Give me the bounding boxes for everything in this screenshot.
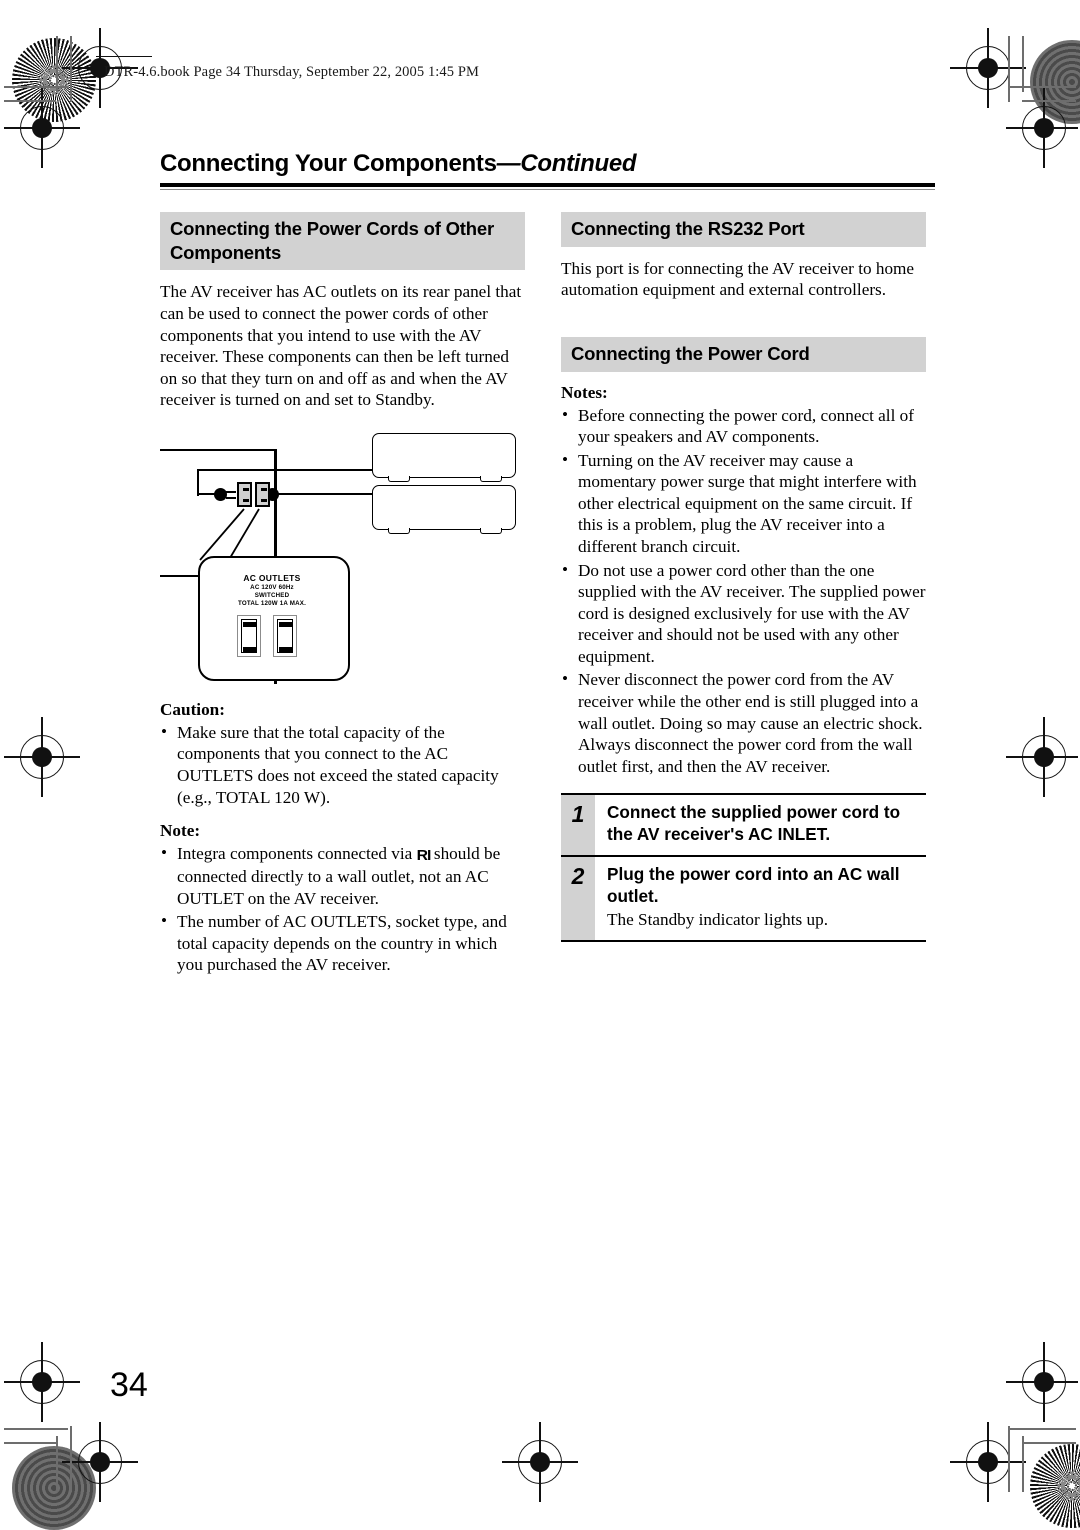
step-instruction: Connect the supplied power cord to the A… [607, 802, 901, 845]
two-column-layout: Connecting the Power Cords of Other Comp… [160, 212, 935, 976]
left-intro-paragraph: The AV receiver has AC outlets on its re… [160, 282, 522, 410]
page-number: 34 [110, 1366, 148, 1404]
step-number: 1 [561, 795, 595, 856]
notes-item: Before connecting the power cord, connec… [561, 403, 926, 448]
reg-crosshair-h [950, 1461, 1026, 1463]
socket-large-slot [279, 621, 293, 627]
crop-mark [4, 1442, 56, 1444]
cord-wall-left [160, 574, 202, 578]
crop-mark [4, 1428, 68, 1430]
crop-mark [70, 1426, 72, 1492]
notes-item: Do not use a power cord other than the o… [561, 559, 926, 668]
step-subtext: The Standby indicator lights up. [607, 909, 829, 929]
rs232-paragraph: This port is for connecting the AV recei… [561, 258, 915, 300]
notes-label: Notes: [561, 382, 608, 402]
notes-item: Never disconnect the power cord from the… [561, 668, 926, 777]
starburst-target-bottomright [1030, 1444, 1080, 1528]
reg-crosshair-h [62, 1461, 138, 1463]
left-column: Connecting the Power Cords of Other Comp… [160, 212, 525, 976]
crop-mark [1022, 1442, 1076, 1444]
crop-mark [56, 36, 58, 92]
crop-mark [4, 86, 68, 88]
crop-mark [1008, 1426, 1010, 1492]
ac-outlets-label-line2: SWITCHED [254, 592, 290, 599]
crop-mark [56, 1436, 58, 1492]
ri-logo-icon: RI [416, 847, 431, 865]
numbered-steps: 1 Connect the supplied power cord to the… [561, 793, 926, 942]
page-title-main: Connecting Your Components [160, 150, 497, 177]
caution-item: Make sure that the total capacity of the… [160, 721, 525, 808]
caution-label: Caution: [160, 699, 225, 719]
title-rule-thick [160, 183, 935, 187]
step-text: Connect the supplied power cord to the A… [595, 795, 926, 855]
page-title: Connecting Your Components—Continued [160, 150, 935, 178]
step-text: Plug the power cord into an AC wall outl… [595, 857, 926, 940]
socket-large-slot [243, 621, 257, 627]
caution-list: Make sure that the total capacity of the… [160, 721, 525, 808]
reg-crosshair-h [4, 127, 80, 129]
page-title-continued: —Continued [496, 150, 637, 177]
note-item-ri: Integra components connected via RI shou… [160, 842, 525, 909]
right-column: Connecting the RS232 Port This port is f… [561, 212, 926, 976]
step-number: 2 [561, 857, 595, 940]
step-row: 2 Plug the power cord into an AC wall ou… [561, 855, 926, 940]
note-item: The number of AC OUTLETS, socket type, a… [160, 910, 525, 976]
page-content: Connecting Your Components—Continued Con… [160, 150, 935, 976]
ac-outlets-label-line1: AC 120V 60Hz [250, 583, 294, 591]
reg-crosshair-h [1006, 1381, 1078, 1383]
ac-outlets-label: AC OUTLETS AC 120V 60Hz SWITCHED TOTAL 1… [198, 573, 346, 609]
reg-crosshair-h [4, 756, 80, 758]
notes-item: Turning on the AV receiver may cause a m… [561, 449, 926, 558]
reg-crosshair-h [4, 1381, 80, 1383]
socket-large-slot [279, 646, 293, 652]
note-item-ri-pre: Integra components connected via [177, 844, 417, 864]
steps-bottom-rule [561, 939, 926, 942]
socket-large-left [237, 614, 261, 657]
step-instruction: Plug the power cord into an AC wall outl… [607, 864, 900, 906]
crop-mark [70, 36, 72, 102]
reg-crosshair-h [1006, 127, 1078, 129]
ac-outlets-label-title: AC OUTLETS [243, 572, 301, 583]
ac-outlets-label-line3: TOTAL 120W 1A MAX. [237, 600, 306, 608]
crop-mark [1008, 36, 1010, 102]
step-row: 1 Connect the supplied power cord to the… [561, 793, 926, 856]
section-heading-power-cord: Connecting the Power Cord [561, 336, 926, 372]
file-header-stamp: DTR-4.6.book Page 34 Thursday, September… [104, 64, 480, 80]
crop-mark [1010, 1428, 1076, 1430]
note-list: Integra components connected via RI shou… [160, 842, 525, 976]
note-label: Note: [160, 821, 201, 841]
file-header-rule [96, 56, 152, 57]
crop-mark [1010, 86, 1076, 88]
title-rule-thin [160, 189, 935, 190]
section-heading-power-cords: Connecting the Power Cords of Other Comp… [160, 212, 525, 271]
reg-crosshair-h [950, 67, 1026, 69]
section-heading-rs232: Connecting the RS232 Port [561, 212, 926, 247]
reg-crosshair-h [502, 1461, 578, 1463]
socket-large-right [273, 614, 297, 657]
socket-large-slot [243, 646, 257, 652]
notes-list: Before connecting the power cord, connec… [561, 403, 926, 778]
crop-mark [1022, 36, 1024, 92]
reg-crosshair-h [1006, 756, 1078, 758]
crop-mark [1022, 1436, 1024, 1492]
crop-mark [1022, 100, 1076, 102]
ac-outlets-diagram: AC OUTLETS AC 120V 60Hz SWITCHED TOTAL 1… [160, 425, 525, 687]
crop-mark [4, 100, 56, 102]
